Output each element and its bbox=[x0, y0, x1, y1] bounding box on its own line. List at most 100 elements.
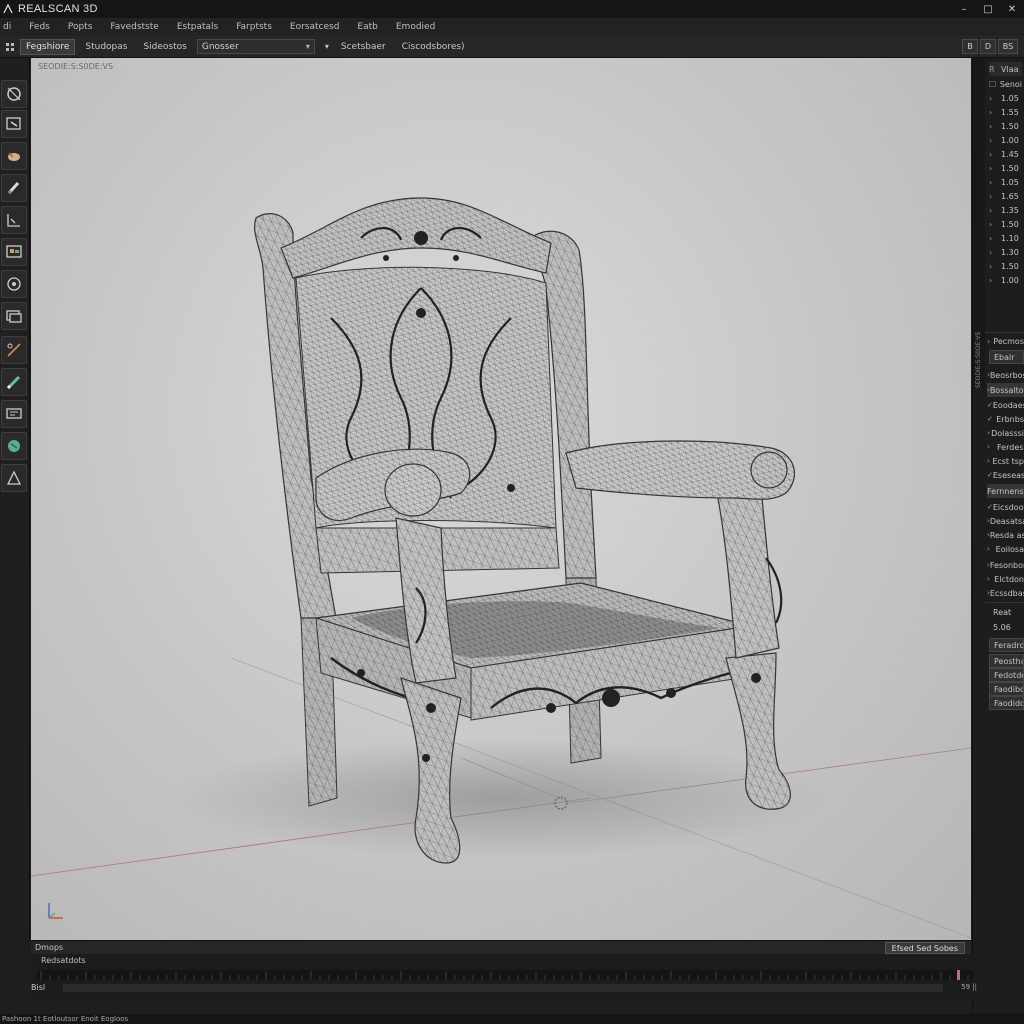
menu-item[interactable]: Estpatals bbox=[168, 22, 227, 32]
brush-icon[interactable] bbox=[1, 174, 27, 202]
mode-select[interactable]: Gnosser ▾ bbox=[196, 39, 315, 54]
toolbar-extra-button[interactable]: Scetsbaer bbox=[335, 39, 392, 55]
list-item[interactable]: ✓Eicsdoos bbox=[987, 500, 1024, 514]
display-icon[interactable]: D bbox=[980, 39, 996, 54]
timeline-panel: Redsatdots Bisl 59 || bbox=[31, 954, 981, 1000]
prop-row: › 1.50 bbox=[989, 163, 1019, 173]
prop-row: › 1.55 bbox=[989, 107, 1019, 117]
toolbar: Fegshiore Studopas Sideostos Gnosser ▾ ▾… bbox=[0, 36, 1024, 58]
footer-label: Dmops bbox=[35, 943, 64, 952]
timeline-track[interactable] bbox=[63, 984, 943, 992]
hand-icon[interactable] bbox=[1, 142, 27, 170]
section-title: › Pecmos bbox=[987, 336, 1024, 346]
title-bar: REALSCAN 3D – □ ✕ bbox=[0, 0, 1024, 18]
tool-strip bbox=[0, 58, 30, 940]
minimize-button[interactable]: – bbox=[952, 0, 976, 18]
dropdown-arrow-icon[interactable]: ▾ bbox=[319, 39, 335, 55]
prop-row: › 1.50 bbox=[989, 121, 1019, 131]
menu-item[interactable]: Farptsts bbox=[227, 22, 281, 32]
tab-button[interactable]: Fegshiore bbox=[20, 38, 76, 55]
prop-row: › 1.30 bbox=[989, 247, 1019, 257]
display-icon[interactable] bbox=[1, 400, 27, 428]
list-item[interactable]: › Beosrbos bbox=[987, 368, 1024, 382]
tab-button[interactable]: Sideostos bbox=[137, 39, 192, 55]
grid-icon[interactable] bbox=[4, 39, 16, 55]
prop-row: › 1.65 bbox=[989, 191, 1019, 201]
texture-icon[interactable] bbox=[1, 238, 27, 266]
menu-item[interactable]: Popts bbox=[59, 22, 102, 32]
bottom-value: 5.06 bbox=[993, 622, 1011, 632]
list-item[interactable]: ›Resda ass bbox=[987, 528, 1024, 542]
orbit-icon[interactable] bbox=[1, 270, 27, 298]
menu-item[interactable]: Eatb bbox=[348, 22, 386, 32]
prop-row: › 1.00 bbox=[989, 275, 1019, 285]
list-item[interactable]: › Dolasssi bbox=[987, 426, 1024, 440]
list-item[interactable]: › Deasatsa bbox=[987, 514, 1024, 528]
prop-row: ☐ Senoi bbox=[989, 79, 1022, 89]
pen-icon[interactable] bbox=[1, 368, 27, 396]
list-item[interactable]: › Ecssdbas bbox=[987, 586, 1024, 600]
properties-panel: SEODIE:S:S0DE:VS R Vlaa ☐ Senoi › 1.05 › 1.5… bbox=[972, 58, 1024, 1014]
view-icon[interactable]: B bbox=[962, 39, 978, 54]
mode-select-value: Gnosser bbox=[201, 41, 239, 52]
3d-viewport[interactable]: SEODIE:S:S0DE:VS bbox=[31, 58, 971, 940]
menu-item[interactable]: Feds bbox=[20, 22, 59, 32]
cut-icon[interactable] bbox=[1, 336, 27, 364]
app-logo-icon bbox=[3, 3, 13, 14]
menu-bar: di Feds Popts Favedstste Estpatals Farpt… bbox=[0, 18, 1024, 36]
prop-row: › 1.35 bbox=[989, 205, 1019, 215]
prop-row: › 1.05 bbox=[989, 93, 1019, 103]
close-button[interactable]: ✕ bbox=[1000, 0, 1024, 18]
bottom-label: Reat bbox=[993, 607, 1012, 617]
maximize-button[interactable]: □ bbox=[976, 0, 1000, 18]
list-item[interactable]: ›Fesonbon bbox=[987, 558, 1024, 572]
camera-icon[interactable] bbox=[1, 110, 27, 138]
chevron-down-icon: ▾ bbox=[305, 42, 310, 51]
panel-button[interactable]: Feradroos bbox=[989, 638, 1024, 652]
list-item[interactable]: › Eoilosa bbox=[987, 542, 1024, 556]
section-dropdown[interactable]: Ebalr bbox=[989, 350, 1024, 364]
list-item[interactable]: › Ecst tsp bbox=[987, 454, 1024, 468]
tab-button[interactable]: Studopas bbox=[79, 39, 133, 55]
list-item[interactable]: ✓ Eoodaes bbox=[987, 398, 1024, 412]
prop-row: › 1.10 bbox=[989, 233, 1019, 243]
prop-row: › 1.05 bbox=[989, 177, 1019, 187]
list-item[interactable]: ✓ Erbnbs bbox=[987, 412, 1024, 426]
prop-row: › 1.50 bbox=[989, 261, 1019, 271]
material-icon[interactable] bbox=[1, 432, 27, 460]
panel-button[interactable]: Faodidos bbox=[989, 696, 1024, 710]
menu-item[interactable]: di bbox=[0, 22, 20, 32]
settings-icon[interactable]: BS bbox=[998, 39, 1018, 54]
menu-item[interactable]: Eorsatcesd bbox=[281, 22, 349, 32]
list-item[interactable]: ›Bossaltos bbox=[987, 383, 1024, 397]
track-label: Bisl bbox=[31, 983, 46, 992]
list-item[interactable]: › Elctdon bbox=[987, 572, 1024, 586]
list-item[interactable]: ✓ Eseseas bbox=[987, 468, 1024, 482]
list-item[interactable]: Fernnenst bbox=[987, 484, 1024, 498]
viewport-footer: Dmops Efsed Sed Sobes bbox=[31, 940, 971, 954]
vertical-axis-labels: SEODIE:S:S0DE:VS bbox=[975, 331, 982, 388]
panel-button[interactable]: Faodibos bbox=[989, 682, 1024, 696]
measure-icon[interactable] bbox=[1, 206, 27, 234]
footer-action-button[interactable]: Efsed Sed Sobes bbox=[884, 942, 965, 954]
timeline-label: Redsatdots bbox=[41, 956, 86, 965]
window-title: REALSCAN 3D bbox=[18, 3, 98, 15]
timeline-ruler[interactable] bbox=[37, 970, 973, 980]
panel-button[interactable]: Fedotdeos bbox=[989, 668, 1024, 682]
select-icon[interactable] bbox=[1, 80, 27, 108]
panel-button[interactable]: Peosthas bbox=[989, 654, 1024, 668]
axis-gizmo bbox=[48, 903, 63, 919]
viewport-label: SEODIE:S:S0DE:VS bbox=[38, 62, 114, 71]
toolbar-extra-button[interactable]: Ciscodsbores) bbox=[396, 39, 471, 55]
menu-item[interactable]: Emodied bbox=[387, 22, 444, 32]
triangle-icon[interactable] bbox=[1, 464, 27, 492]
chair-mesh-render bbox=[31, 197, 971, 939]
list-item[interactable]: › Ferdes bbox=[987, 440, 1024, 454]
prop-row: › 1.00 bbox=[989, 135, 1019, 145]
menu-item[interactable]: Favedstste bbox=[101, 22, 167, 32]
prop-row: › 1.50 bbox=[989, 219, 1019, 229]
track-controls[interactable]: 59 || bbox=[961, 983, 977, 991]
prop-header: R Vlaa bbox=[989, 62, 1022, 76]
prop-row: › 1.45 bbox=[989, 149, 1019, 159]
layers-icon[interactable] bbox=[1, 302, 27, 330]
